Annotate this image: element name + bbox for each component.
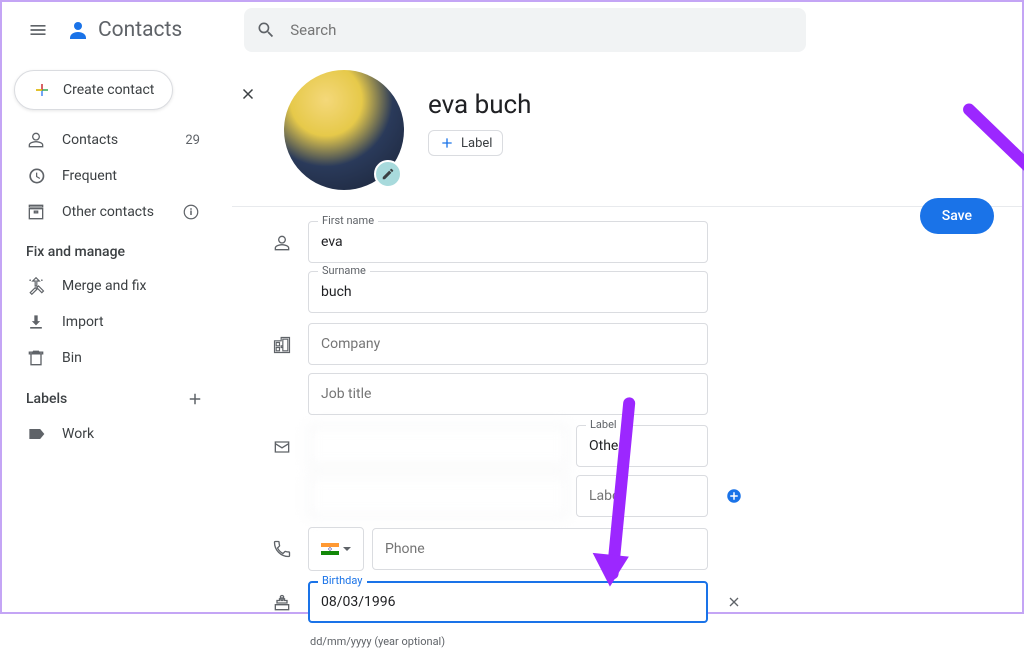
sidebar-item-contacts[interactable]: Contacts 29 bbox=[2, 122, 216, 158]
company-icon bbox=[272, 335, 292, 355]
sidebar-item-label: Bin bbox=[62, 350, 200, 366]
pencil-icon bbox=[381, 167, 395, 181]
avatar[interactable] bbox=[284, 70, 404, 190]
cake-icon bbox=[272, 593, 292, 613]
email-icon bbox=[272, 437, 292, 457]
birthday-helper: dd/mm/yyyy (year optional) bbox=[310, 635, 746, 648]
chevron-down-icon bbox=[342, 544, 352, 554]
email-1-label-input[interactable] bbox=[576, 425, 708, 467]
birthday-label: Birthday bbox=[318, 574, 367, 587]
close-icon bbox=[239, 85, 257, 103]
company-input[interactable] bbox=[308, 323, 708, 365]
add-label-icon[interactable] bbox=[186, 390, 204, 408]
menu-button[interactable] bbox=[18, 10, 58, 50]
archive-icon bbox=[26, 202, 46, 222]
sidebar-item-import[interactable]: Import bbox=[2, 304, 216, 340]
search-icon bbox=[256, 20, 276, 40]
trash-icon bbox=[26, 348, 46, 368]
surname-input[interactable] bbox=[308, 271, 708, 313]
job-title-input[interactable] bbox=[308, 373, 708, 415]
contact-editor: eva buch Label Save First name Surname bbox=[224, 58, 1022, 658]
search-bar[interactable] bbox=[244, 8, 806, 52]
close-button[interactable] bbox=[232, 78, 264, 110]
birthday-input[interactable] bbox=[308, 581, 708, 623]
sidebar-item-label: Merge and fix bbox=[62, 278, 200, 294]
sidebar-item-frequent[interactable]: Frequent bbox=[2, 158, 216, 194]
profile-header: eva buch Label bbox=[232, 58, 1022, 207]
plus-multicolor-icon bbox=[33, 81, 51, 99]
first-name-input[interactable] bbox=[308, 221, 708, 263]
add-label-chip[interactable]: Label bbox=[428, 130, 503, 156]
label-icon bbox=[26, 424, 46, 444]
sidebar-item-bin[interactable]: Bin bbox=[2, 340, 216, 376]
sidebar-item-label: Work bbox=[62, 426, 200, 442]
plus-icon bbox=[439, 135, 455, 151]
sidebar: Create contact Contacts 29 Frequent Othe… bbox=[2, 58, 224, 658]
sidebar-item-label: Other contacts bbox=[62, 204, 182, 220]
merge-icon bbox=[26, 276, 46, 296]
surname-label: Surname bbox=[318, 264, 370, 277]
plus-circle-icon bbox=[725, 487, 743, 505]
app-logo: Contacts bbox=[66, 18, 182, 42]
save-button[interactable]: Save bbox=[920, 198, 994, 234]
label-chip-text: Label bbox=[461, 136, 492, 151]
sidebar-item-label: Import bbox=[62, 314, 200, 330]
add-email-button[interactable] bbox=[724, 486, 744, 506]
app-header: Contacts bbox=[2, 2, 1022, 58]
clear-birthday-button[interactable] bbox=[722, 590, 746, 614]
contact-name: eva buch bbox=[428, 90, 531, 120]
labels-header: Labels bbox=[2, 376, 224, 416]
close-icon bbox=[726, 594, 742, 610]
contact-form: First name Surname bbox=[232, 207, 1022, 648]
app-name: Contacts bbox=[98, 18, 182, 42]
info-icon[interactable] bbox=[182, 203, 200, 221]
create-contact-button[interactable]: Create contact bbox=[14, 70, 173, 110]
sidebar-item-label: Frequent bbox=[62, 168, 200, 184]
create-contact-label: Create contact bbox=[63, 82, 154, 98]
avatar-edit-button[interactable] bbox=[374, 160, 402, 188]
first-name-label: First name bbox=[318, 214, 378, 227]
india-flag-icon bbox=[321, 543, 339, 555]
fix-manage-header: Fix and manage bbox=[2, 230, 224, 268]
country-code-select[interactable] bbox=[308, 527, 364, 571]
sidebar-label-work[interactable]: Work bbox=[2, 416, 216, 452]
sidebar-item-other-contacts[interactable]: Other contacts bbox=[2, 194, 216, 230]
history-icon bbox=[26, 166, 46, 186]
phone-input[interactable] bbox=[372, 528, 708, 570]
person-icon bbox=[272, 233, 292, 253]
person-icon bbox=[26, 130, 46, 150]
contacts-logo-icon bbox=[66, 18, 90, 42]
download-icon bbox=[26, 312, 46, 332]
sidebar-item-count: 29 bbox=[185, 133, 200, 148]
sidebar-item-merge-fix[interactable]: Merge and fix bbox=[2, 268, 216, 304]
email-2-input[interactable] bbox=[308, 475, 568, 517]
email-2-label-input[interactable] bbox=[576, 475, 708, 517]
search-input[interactable] bbox=[290, 21, 794, 39]
email-1-input[interactable] bbox=[308, 425, 568, 467]
hamburger-icon bbox=[28, 20, 48, 40]
email-1-label-label: Label bbox=[586, 418, 621, 431]
phone-icon bbox=[272, 539, 292, 559]
sidebar-item-label: Contacts bbox=[62, 132, 185, 148]
